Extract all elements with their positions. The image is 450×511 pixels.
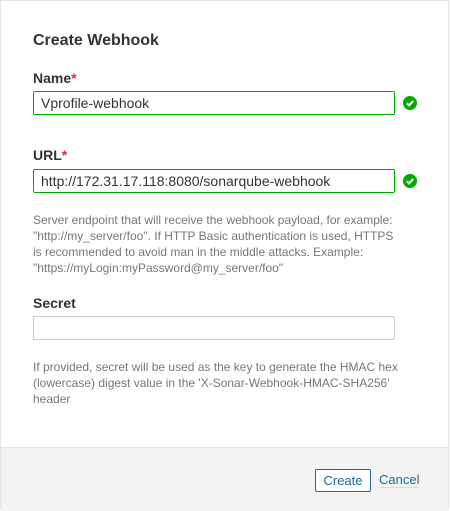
required-mark: * bbox=[71, 70, 77, 86]
secret-label: Secret bbox=[33, 295, 76, 311]
check-circle-icon bbox=[403, 174, 417, 188]
url-input[interactable]: http://172.31.17.118:8080/sonarqube-webh… bbox=[33, 169, 395, 193]
create-button[interactable]: Create bbox=[315, 469, 371, 492]
url-help-text: Server endpoint that will receive the we… bbox=[33, 213, 394, 275]
secret-help-text: If provided, secret will be used as the … bbox=[33, 360, 398, 406]
name-label: Name* bbox=[33, 70, 77, 86]
url-label: URL* bbox=[33, 147, 68, 163]
dialog-title: Create Webhook bbox=[33, 32, 159, 49]
dialog-footer: Create Cancel bbox=[1, 447, 448, 511]
create-webhook-dialog: Create Webhook Name* Vprofile-webhook UR… bbox=[0, 0, 449, 511]
secret-input[interactable] bbox=[33, 316, 395, 340]
name-input[interactable]: Vprofile-webhook bbox=[33, 91, 395, 115]
required-mark: * bbox=[61, 147, 68, 163]
cancel-link[interactable]: Cancel bbox=[379, 472, 420, 488]
check-circle-icon bbox=[403, 96, 417, 110]
